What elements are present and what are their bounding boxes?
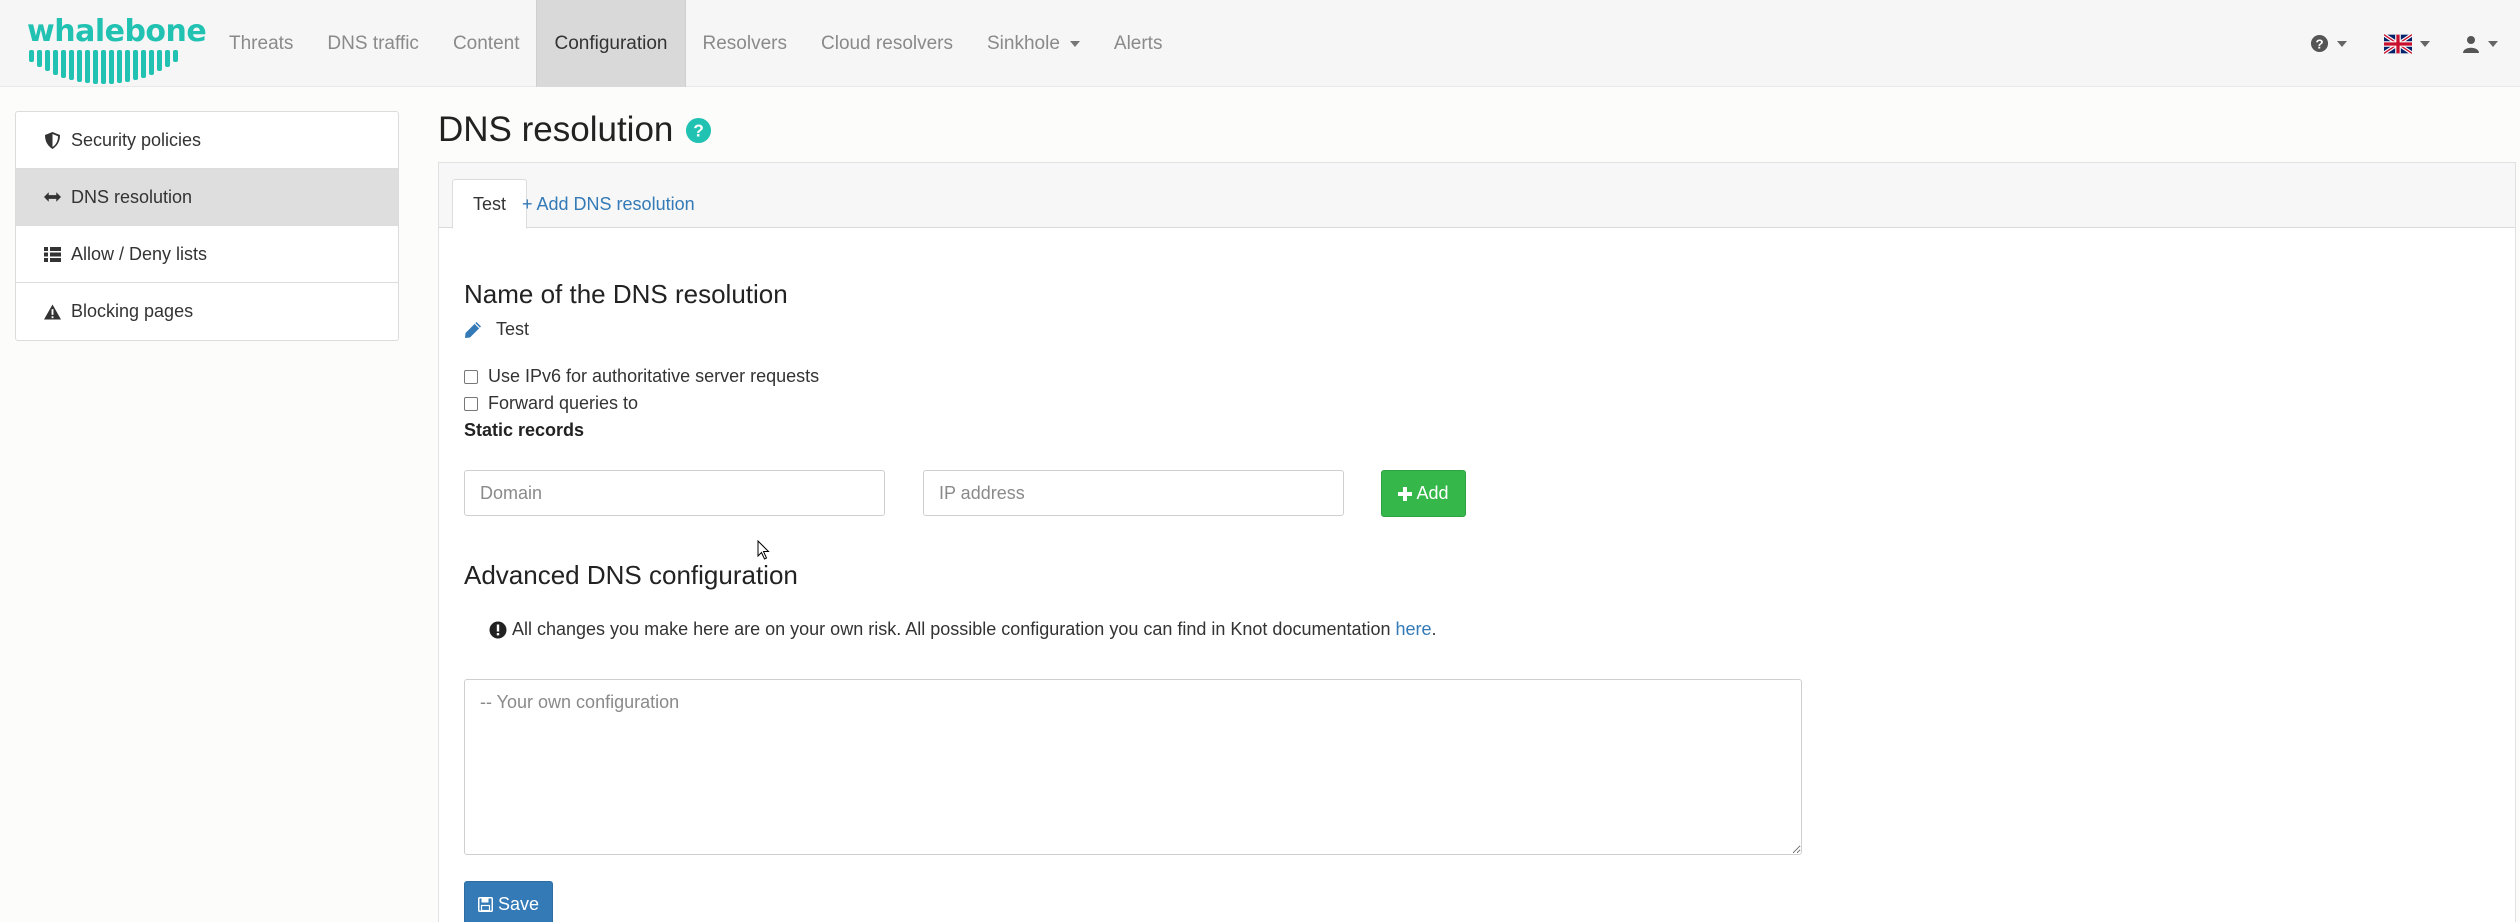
forward-option[interactable]: Forward queries to (464, 393, 638, 414)
ip-address-input[interactable] (923, 470, 1344, 516)
sidebar-item-security-policies[interactable]: Security policies (16, 112, 398, 169)
plus-icon (1398, 486, 1413, 501)
floppy-disk-icon (477, 896, 493, 912)
add-record-button[interactable]: Add (1381, 470, 1466, 517)
name-heading: Name of the DNS resolution (464, 279, 788, 309)
svg-text:?: ? (2315, 36, 2323, 51)
sidebar-item-label: Allow / Deny lists (71, 243, 208, 264)
list-icon (44, 246, 61, 263)
domain-input[interactable] (464, 470, 885, 516)
mouse-cursor-icon (757, 540, 770, 560)
nav-cloud-resolvers[interactable]: Cloud resolvers (804, 0, 970, 87)
nav-configuration[interactable]: Configuration (536, 0, 686, 87)
main-nav: Threats DNS traffic Content Configuratio… (212, 0, 1179, 87)
advanced-heading: Advanced DNS configuration (464, 560, 798, 590)
ipv6-option[interactable]: Use IPv6 for authoritative server reques… (464, 366, 819, 387)
tab-add-dns-resolution[interactable]: + Add DNS resolution (502, 179, 715, 229)
user-dropdown[interactable] (2462, 0, 2498, 87)
svg-text:?: ? (694, 120, 705, 140)
sidebar-item-dns-resolution[interactable]: DNS resolution (16, 169, 398, 226)
chevron-down-icon (1069, 40, 1080, 47)
own-configuration-textarea[interactable] (464, 679, 1802, 855)
user-icon (2463, 35, 2479, 53)
ipv6-checkbox[interactable] (464, 369, 478, 384)
forward-label: Forward queries to (488, 393, 639, 413)
page-title: DNS resolution ? (438, 110, 712, 150)
exclamation-circle-icon (489, 621, 507, 638)
help-dropdown[interactable]: ? (2310, 0, 2347, 87)
language-dropdown[interactable] (2384, 0, 2430, 87)
resolution-name-value: Test (496, 319, 530, 339)
nav-alerts[interactable]: Alerts (1097, 0, 1180, 87)
chevron-down-icon (2488, 40, 2498, 47)
warning-icon (44, 303, 61, 320)
save-button[interactable]: Save (464, 881, 553, 922)
knot-docs-link[interactable]: here (1396, 619, 1432, 640)
chevron-down-icon (2337, 40, 2347, 47)
warning-text: All changes you make here are on your ow… (512, 619, 1396, 639)
nav-sinkhole-dropdown[interactable]: Sinkhole (970, 0, 1097, 87)
nav-threats[interactable]: Threats (212, 0, 310, 87)
ipv6-label: Use IPv6 for authoritative server reques… (488, 366, 820, 386)
sidebar-item-label: Security policies (71, 129, 202, 150)
shield-icon (44, 131, 61, 149)
sidebar-item-label: DNS resolution (71, 186, 193, 207)
uk-flag-icon (2384, 33, 2412, 54)
arrows-horizontal-icon (44, 189, 61, 206)
advanced-warning: All changes you make here are on your ow… (489, 619, 1437, 640)
tab-bar: Test + Add DNS resolution (439, 163, 2515, 229)
sidebar-item-blocking-pages[interactable]: Blocking pages (16, 283, 398, 340)
logo-text: whalebone (27, 14, 207, 49)
pencil-icon[interactable] (464, 321, 482, 339)
static-records-label: Static records (464, 420, 585, 440)
logo-waves-icon (29, 50, 178, 84)
dns-resolution-panel: Test + Add DNS resolution Name of the DN… (438, 162, 2516, 922)
nav-dns-traffic[interactable]: DNS traffic (310, 0, 436, 87)
nav-resolvers[interactable]: Resolvers (686, 0, 804, 87)
resolution-name[interactable]: Test (464, 319, 529, 340)
chevron-down-icon (2420, 40, 2430, 47)
nav-content[interactable]: Content (436, 0, 537, 87)
config-sidebar: Security policies DNS resolution Allow /… (15, 111, 399, 341)
help-circle-icon[interactable]: ? (685, 117, 712, 144)
question-circle-icon: ? (2310, 34, 2329, 53)
forward-checkbox[interactable] (464, 396, 478, 411)
sidebar-item-allow-deny-lists[interactable]: Allow / Deny lists (16, 226, 398, 283)
whalebone-logo[interactable]: whalebone (27, 14, 207, 84)
top-navbar: whalebone Threats DNS traffic Content Co… (0, 0, 2520, 87)
sidebar-item-label: Blocking pages (71, 301, 194, 321)
